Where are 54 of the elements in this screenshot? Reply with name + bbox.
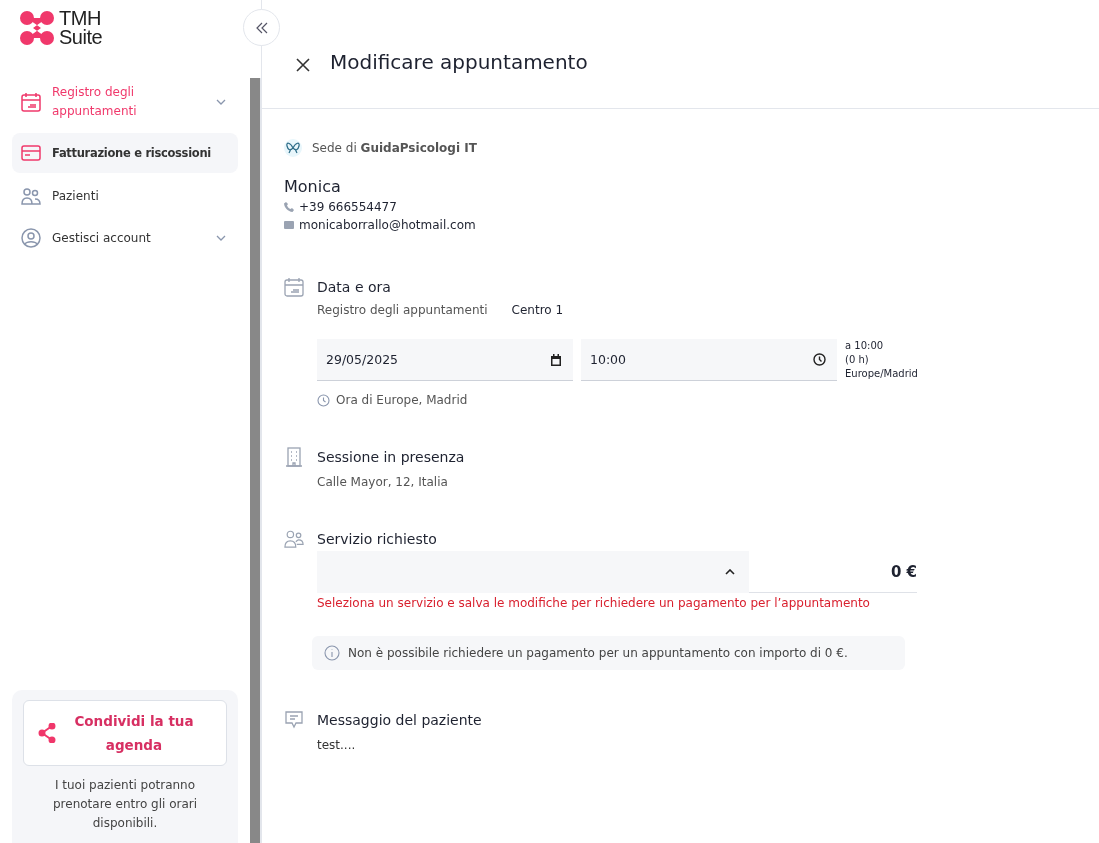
mail-icon: [284, 221, 294, 229]
logo-text: TMH: [59, 9, 102, 28]
chevron-icon: [725, 569, 735, 575]
logo-icon: [19, 10, 55, 46]
share-agenda-button[interactable]: Condividi la tua agenda: [23, 700, 227, 766]
people-icon: [284, 529, 304, 549]
info-text: Non è possibile richiedere un pagamento per un appuntamento con importo di 0 €.: [348, 646, 848, 660]
section-title: Servizio richiesto: [317, 530, 438, 549]
sidebar-item[interactable]: Fatturazione e riscossioni: [12, 133, 238, 173]
error-message: Seleziona un servizio e salva le modifiche per richiedere un pagamento per l’appuntamento: [317, 596, 871, 610]
butterfly-icon: [284, 139, 302, 157]
chevron-down-icon: [216, 235, 226, 241]
clock-icon: [813, 353, 826, 366]
service-select[interactable]: [317, 551, 749, 593]
chevron-down-icon: [216, 99, 226, 105]
logo-text: Suite: [59, 28, 103, 47]
section-title: Data e ora: [317, 278, 392, 297]
info-icon: [324, 645, 340, 661]
date-field[interactable]: 29/05/2025: [317, 339, 573, 381]
end-time-text: a 10:00: [845, 339, 885, 353]
sidebar-item[interactable]: Gestisci account: [12, 219, 238, 257]
end-time-text: (0 h): [845, 353, 870, 367]
page-title: Modificare appuntamento: [330, 50, 588, 74]
card-icon: [20, 142, 42, 164]
phone-icon: [284, 202, 294, 212]
patient-phone: +39 666554477: [299, 200, 397, 214]
collapse-button[interactable]: [243, 9, 280, 46]
calendar-label: Registro degli appuntamenti: [317, 303, 488, 317]
patient-email: monicaborrallo@hotmail.com: [299, 218, 476, 232]
sidebar-item[interactable]: Pazienti: [12, 177, 238, 215]
sidebar-item[interactable]: Registro degli appuntamenti: [12, 75, 238, 129]
patient-name: Monica: [284, 177, 342, 196]
calendar-icon: [20, 91, 42, 113]
timezone-text: Ora di Europe, Madrid: [336, 393, 468, 407]
price-field[interactable]: 0 €: [749, 551, 917, 593]
double-chevron-left-icon: [255, 21, 268, 34]
location-text: Sede di GuidaPsicologi IT: [312, 141, 477, 155]
address-text: Calle Mayor, 12, Italia: [317, 475, 449, 489]
calendar-value: Centro 1: [511, 303, 564, 317]
section-title: Messaggio del paziente: [317, 711, 483, 730]
share-icon: [38, 723, 56, 743]
close-icon[interactable]: [296, 58, 310, 72]
end-time-text: Europe/Madrid: [845, 367, 918, 381]
chat-icon: [284, 710, 304, 730]
user-icon: [20, 227, 42, 249]
time-field[interactable]: 10:00: [581, 339, 837, 381]
calendar-icon: [284, 277, 304, 297]
building-icon: [284, 447, 304, 467]
share-description: I tuoi pazienti potranno prenotare entro gli orari disponibili.: [51, 777, 199, 832]
section-title: Sessione in presenza: [317, 448, 466, 467]
message-text: test....: [317, 738, 357, 752]
calendar-icon: [550, 353, 562, 366]
people-icon: [20, 185, 42, 207]
clock-icon: [317, 393, 330, 407]
